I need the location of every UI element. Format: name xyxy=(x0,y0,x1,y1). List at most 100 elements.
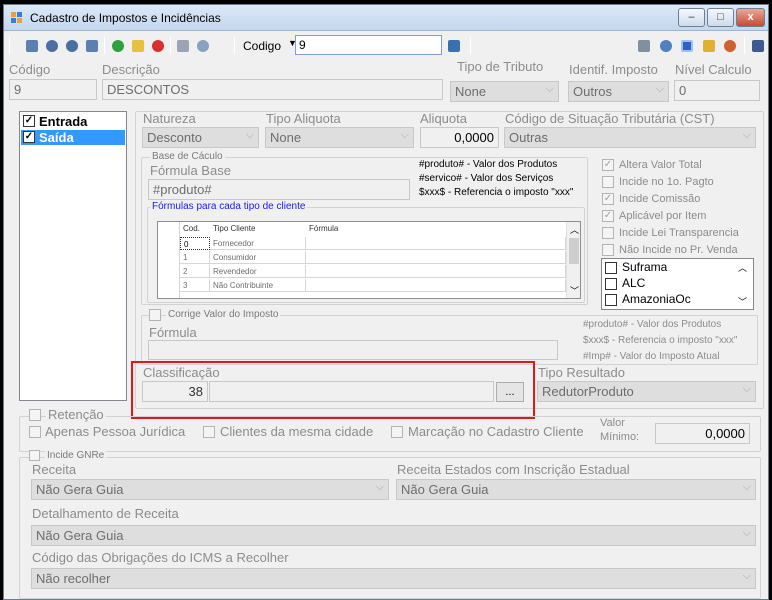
menu-icon[interactable] xyxy=(752,40,764,52)
tipo-operacao-list[interactable]: ✓ Entrada ✓ Saída xyxy=(19,111,127,401)
codigo-field[interactable]: 9 xyxy=(9,79,97,100)
grid-header-formula[interactable]: Fórmula xyxy=(306,222,566,236)
marcacao-cliente-checkbox[interactable] xyxy=(391,426,403,438)
chevron-down-icon: ⌵ xyxy=(742,527,751,539)
receita-estados-select[interactable]: Não Gera Guia ⌵ xyxy=(396,479,756,500)
grid-cell-tipo[interactable]: Revendedor xyxy=(210,265,306,278)
identif-imposto-select[interactable]: Outros ⌵ xyxy=(568,81,669,102)
chevron-down-icon: ⌵ xyxy=(655,83,664,95)
detalhamento-value: Não Gera Guia xyxy=(36,528,124,543)
corrige-hint-referencia: $xxx$ - Referencia o imposto "xxx" xyxy=(583,335,738,346)
formulas-grid[interactable]: Cod. Tipo Cliente Fórmula 0 Fornecedor 1… xyxy=(157,221,581,299)
retencao-checkbox[interactable] xyxy=(29,409,41,421)
corrige-formula-field[interactable] xyxy=(148,340,558,360)
refresh-icon[interactable] xyxy=(681,40,693,52)
cst-label: Código de Situação Tributária (CST) xyxy=(505,111,715,126)
entrada-checkbox[interactable]: ✓ xyxy=(23,115,35,127)
user-icon[interactable] xyxy=(724,40,736,52)
grid-header-tipo-cliente[interactable]: Tipo Cliente xyxy=(210,222,306,236)
obrigacoes-value: Não recolher xyxy=(36,571,111,586)
chevron-down-icon[interactable]: ﹀ xyxy=(738,295,747,308)
tipo-resultado-select[interactable]: RedutorProduto ⌵ xyxy=(537,381,756,402)
filter-icon[interactable] xyxy=(703,40,715,52)
nivel-calculo-field[interactable]: 0 xyxy=(674,80,760,101)
corrige-valor-checkbox[interactable] xyxy=(149,309,161,321)
save-icon[interactable] xyxy=(177,40,189,52)
cst-select[interactable]: Outras ⌵ xyxy=(504,127,756,148)
search-icon[interactable] xyxy=(448,40,460,52)
tipo-tributo-value: None xyxy=(455,84,487,99)
nao-incide-venda-checkbox[interactable] xyxy=(602,244,614,256)
grid-cell-cod[interactable]: 3 xyxy=(180,279,210,292)
alc-checkbox[interactable] xyxy=(605,278,617,290)
minimize-button[interactable]: – xyxy=(678,8,705,27)
pessoa-juridica-checkbox[interactable] xyxy=(29,426,41,438)
chevron-up-icon[interactable]: ︿ xyxy=(570,223,579,236)
maximize-button[interactable]: □ xyxy=(707,8,734,27)
grid-scrollbar[interactable]: ︿ ﹀ xyxy=(566,222,580,298)
incide-comissao-checkbox[interactable]: ✓ xyxy=(602,193,614,205)
grid-cell-formula[interactable] xyxy=(306,251,566,264)
chevron-down-icon: ⌵ xyxy=(245,129,254,141)
incide-gnre-checkbox[interactable] xyxy=(29,450,40,461)
amazoniaoc-checkbox[interactable] xyxy=(605,294,617,306)
toolbar-separator xyxy=(234,37,235,54)
last-record-icon[interactable] xyxy=(86,40,98,52)
regioes-list[interactable]: Suframa ALC AmazoniaOc ︿ ﹀ xyxy=(601,258,754,310)
valor-minimo-field[interactable]: 0,0000 xyxy=(655,423,750,444)
chevron-down-icon[interactable]: ﹀ xyxy=(570,284,579,297)
detalhamento-label: Detalhamento de Receita xyxy=(32,506,179,521)
mesma-cidade-checkbox[interactable] xyxy=(203,426,215,438)
first-record-icon[interactable] xyxy=(26,40,38,52)
aplicavel-item-checkbox[interactable]: ✓ xyxy=(602,210,614,222)
undo-icon[interactable] xyxy=(197,40,209,52)
grid-cell-formula[interactable] xyxy=(306,279,566,292)
next-record-icon[interactable] xyxy=(66,40,78,52)
aliquota-field[interactable]: 0,0000 xyxy=(420,127,499,148)
grid-cell-formula[interactable] xyxy=(306,265,566,278)
add-icon[interactable] xyxy=(112,40,124,52)
tipo-tributo-select[interactable]: None ⌵ xyxy=(450,81,559,102)
descricao-field[interactable]: DESCONTOS xyxy=(102,79,443,100)
incide-transparencia-checkbox[interactable] xyxy=(602,227,614,239)
suframa-checkbox[interactable] xyxy=(605,262,617,274)
corrige-hint-imp: #Imp# - Valor do Imposto Atual xyxy=(583,351,720,362)
grid-cell-cod[interactable]: 1 xyxy=(180,251,210,264)
grid-cell-formula[interactable] xyxy=(306,237,566,250)
grid-cell-cod[interactable]: 2 xyxy=(180,265,210,278)
incide-pagto-checkbox[interactable] xyxy=(602,176,614,188)
key-icon[interactable] xyxy=(660,40,672,52)
receita-value: Não Gera Guia xyxy=(36,482,124,497)
chevron-up-icon[interactable]: ︿ xyxy=(738,261,747,274)
obrigacoes-select[interactable]: Não recolher ⌵ xyxy=(31,568,756,589)
receita-estados-value: Não Gera Guia xyxy=(401,482,489,497)
grid-cell-tipo[interactable]: Não Contribuinte xyxy=(210,279,306,292)
grid-cell-cod[interactable]: 0 xyxy=(180,237,210,250)
print-icon[interactable] xyxy=(638,40,650,52)
title-bar[interactable]: Cadastro de Impostos e Incidências – □ x xyxy=(4,5,768,31)
previous-record-icon[interactable] xyxy=(46,40,58,52)
close-button[interactable]: x xyxy=(736,8,765,27)
grid-cell-tipo[interactable]: Fornecedor xyxy=(210,237,306,250)
toolbar-codigo-label[interactable]: Codigo xyxy=(243,39,281,53)
list-item-entrada[interactable]: ✓ Entrada xyxy=(21,114,125,129)
grid-header-cod[interactable]: Cod. xyxy=(180,222,210,236)
list-item-saida[interactable]: ✓ Saída xyxy=(21,130,125,145)
natureza-select[interactable]: Desconto ⌵ xyxy=(142,127,259,148)
delete-icon[interactable] xyxy=(152,40,164,52)
saida-checkbox[interactable]: ✓ xyxy=(23,131,35,143)
grid-cell-tipo[interactable]: Consumidor xyxy=(210,251,306,264)
tipo-aliquota-label: Tipo Aliquota xyxy=(266,111,341,126)
detalhamento-select[interactable]: Não Gera Guia ⌵ xyxy=(31,525,756,546)
edit-icon[interactable] xyxy=(132,40,144,52)
receita-select[interactable]: Não Gera Guia ⌵ xyxy=(31,479,389,500)
tipo-aliquota-select[interactable]: None ⌵ xyxy=(265,127,414,148)
toolbar-codigo-input[interactable]: 9 xyxy=(295,35,442,55)
formula-base-field[interactable]: #produto# xyxy=(148,179,410,200)
tipo-resultado-label: Tipo Resultado xyxy=(538,365,625,380)
hint-referencia: $xxx$ - Referencia o imposto "xxx" xyxy=(419,187,574,198)
grid-scroll-thumb[interactable] xyxy=(569,238,579,264)
obrigacoes-label: Código das Obrigações do ICMS a Recolher xyxy=(32,550,289,565)
altera-valor-checkbox[interactable]: ✓ xyxy=(602,159,614,171)
receita-estados-label: Receita Estados com Inscrição Estadual xyxy=(397,462,630,477)
